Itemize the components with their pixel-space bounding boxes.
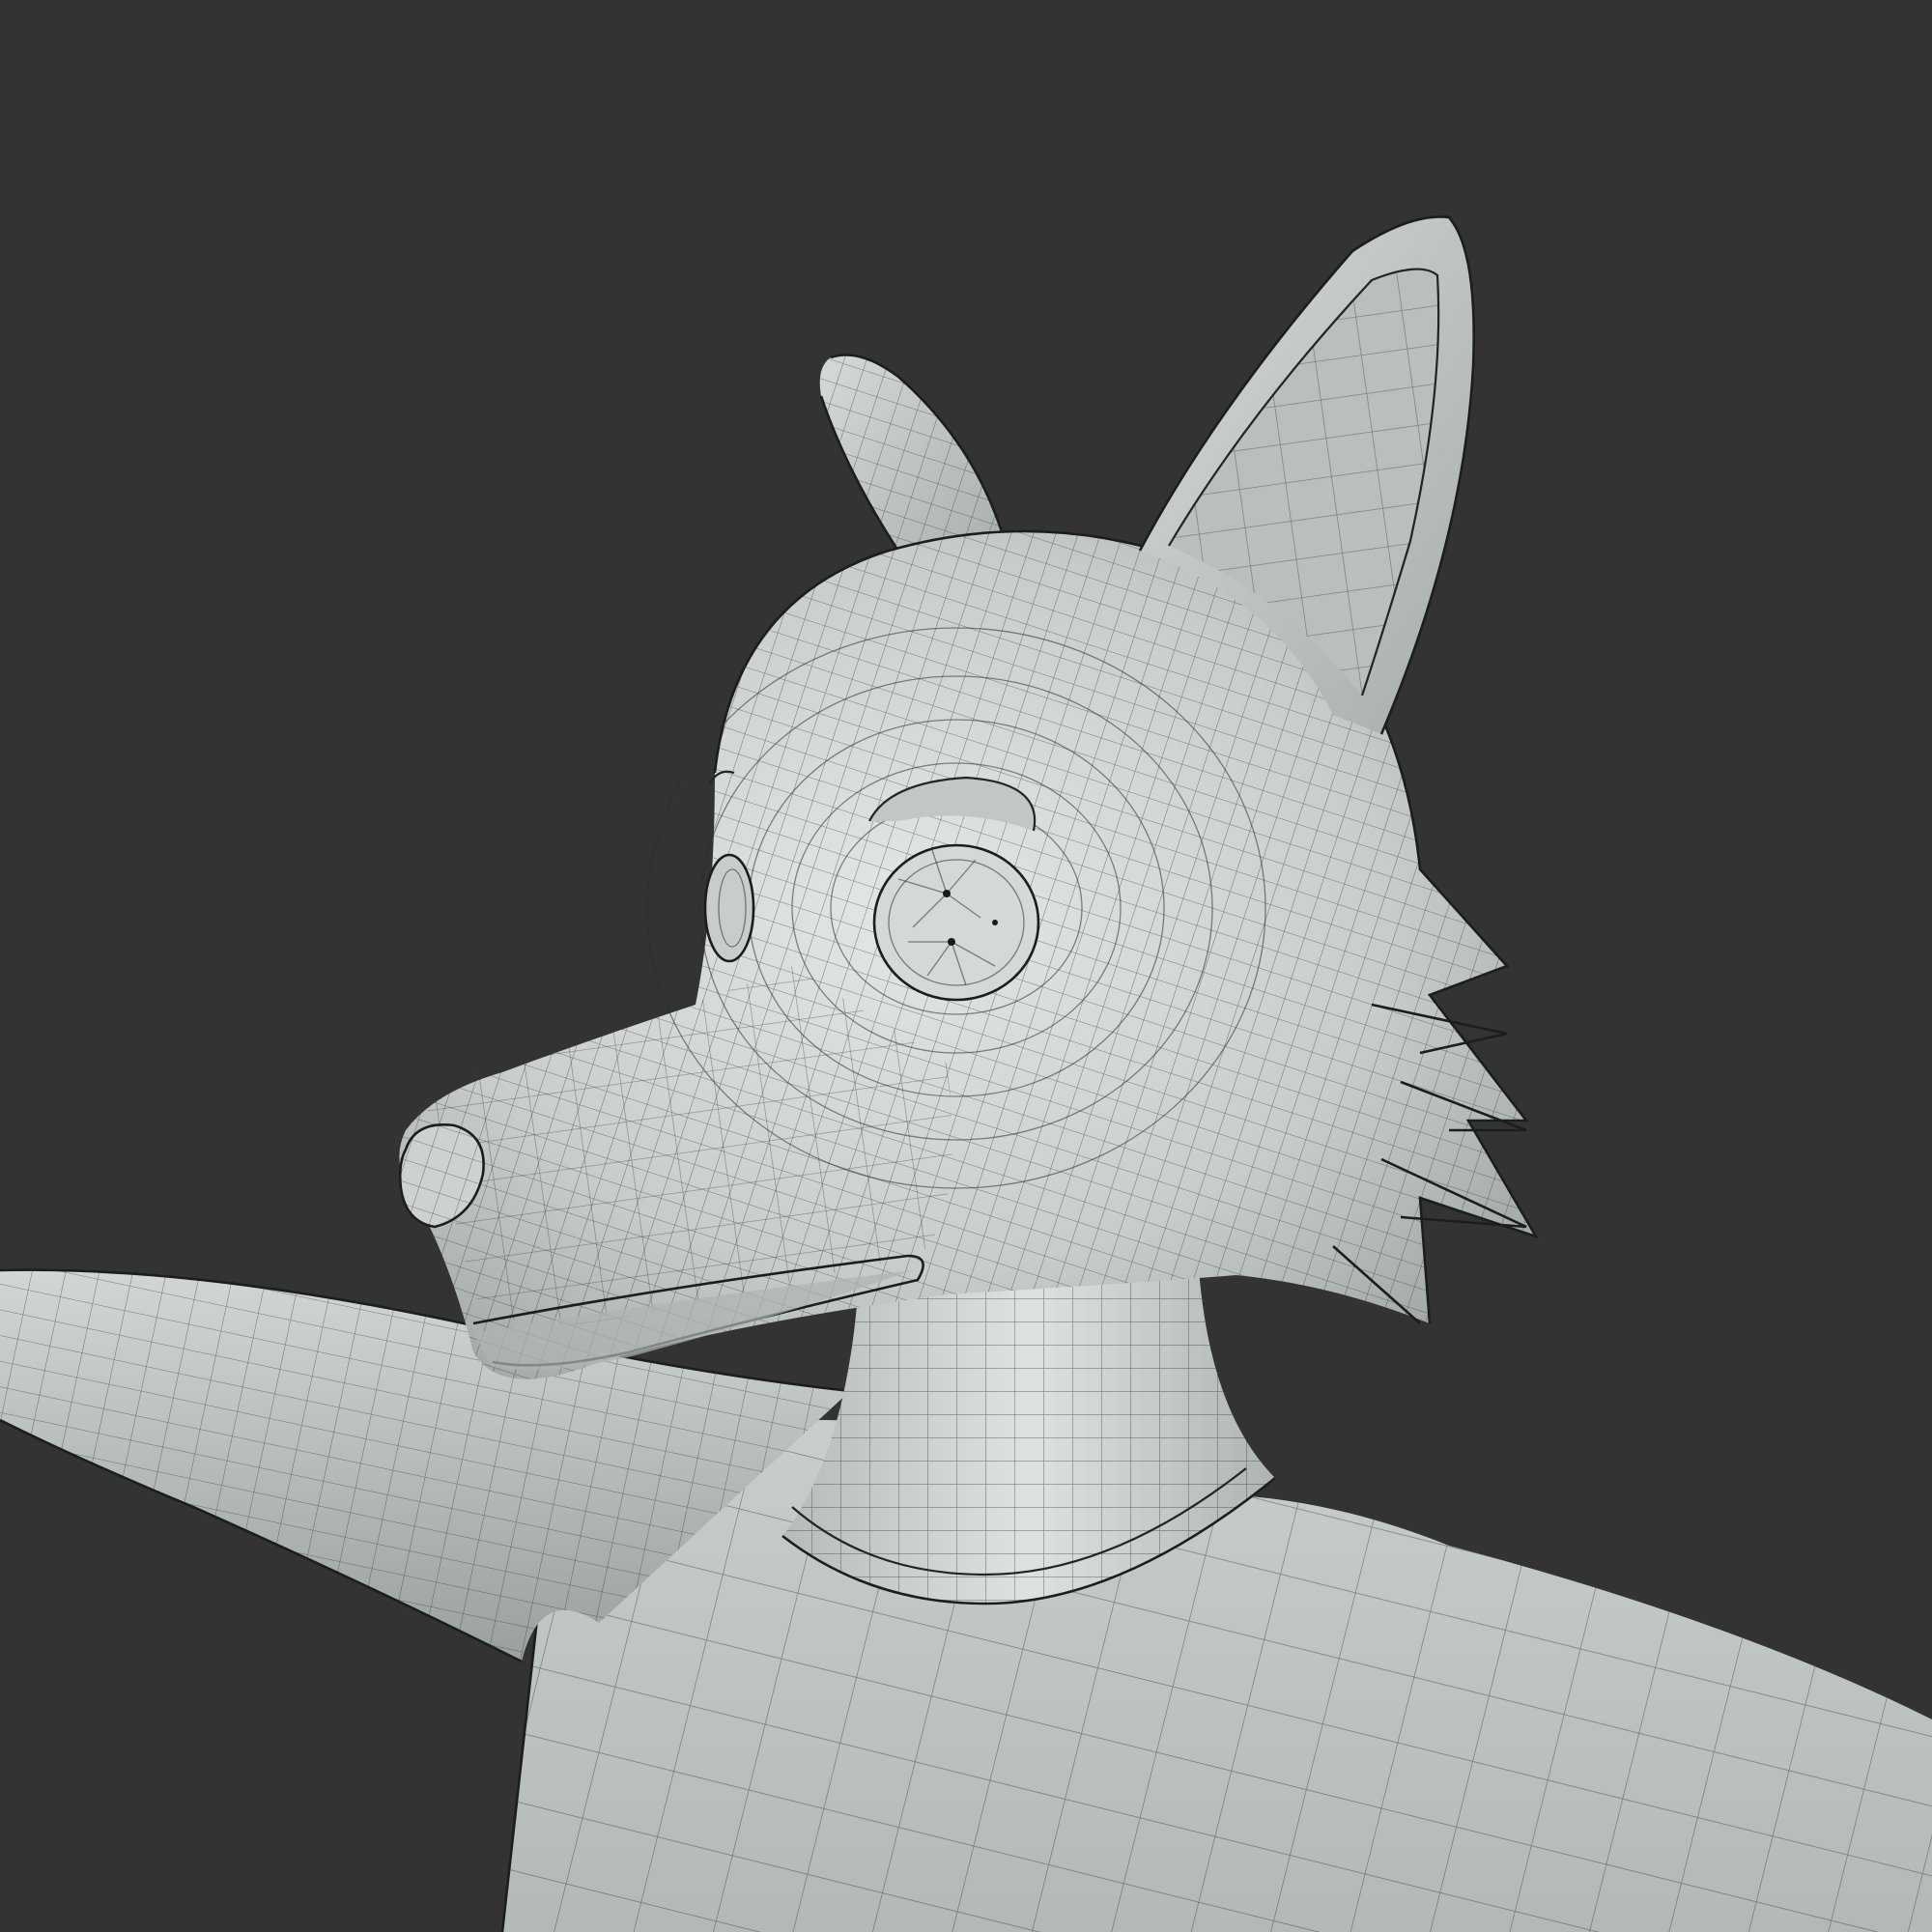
model-render <box>0 215 1932 1932</box>
3d-viewport[interactable] <box>0 0 1932 1932</box>
eye-right <box>872 843 1040 1002</box>
eye-left <box>703 853 755 963</box>
